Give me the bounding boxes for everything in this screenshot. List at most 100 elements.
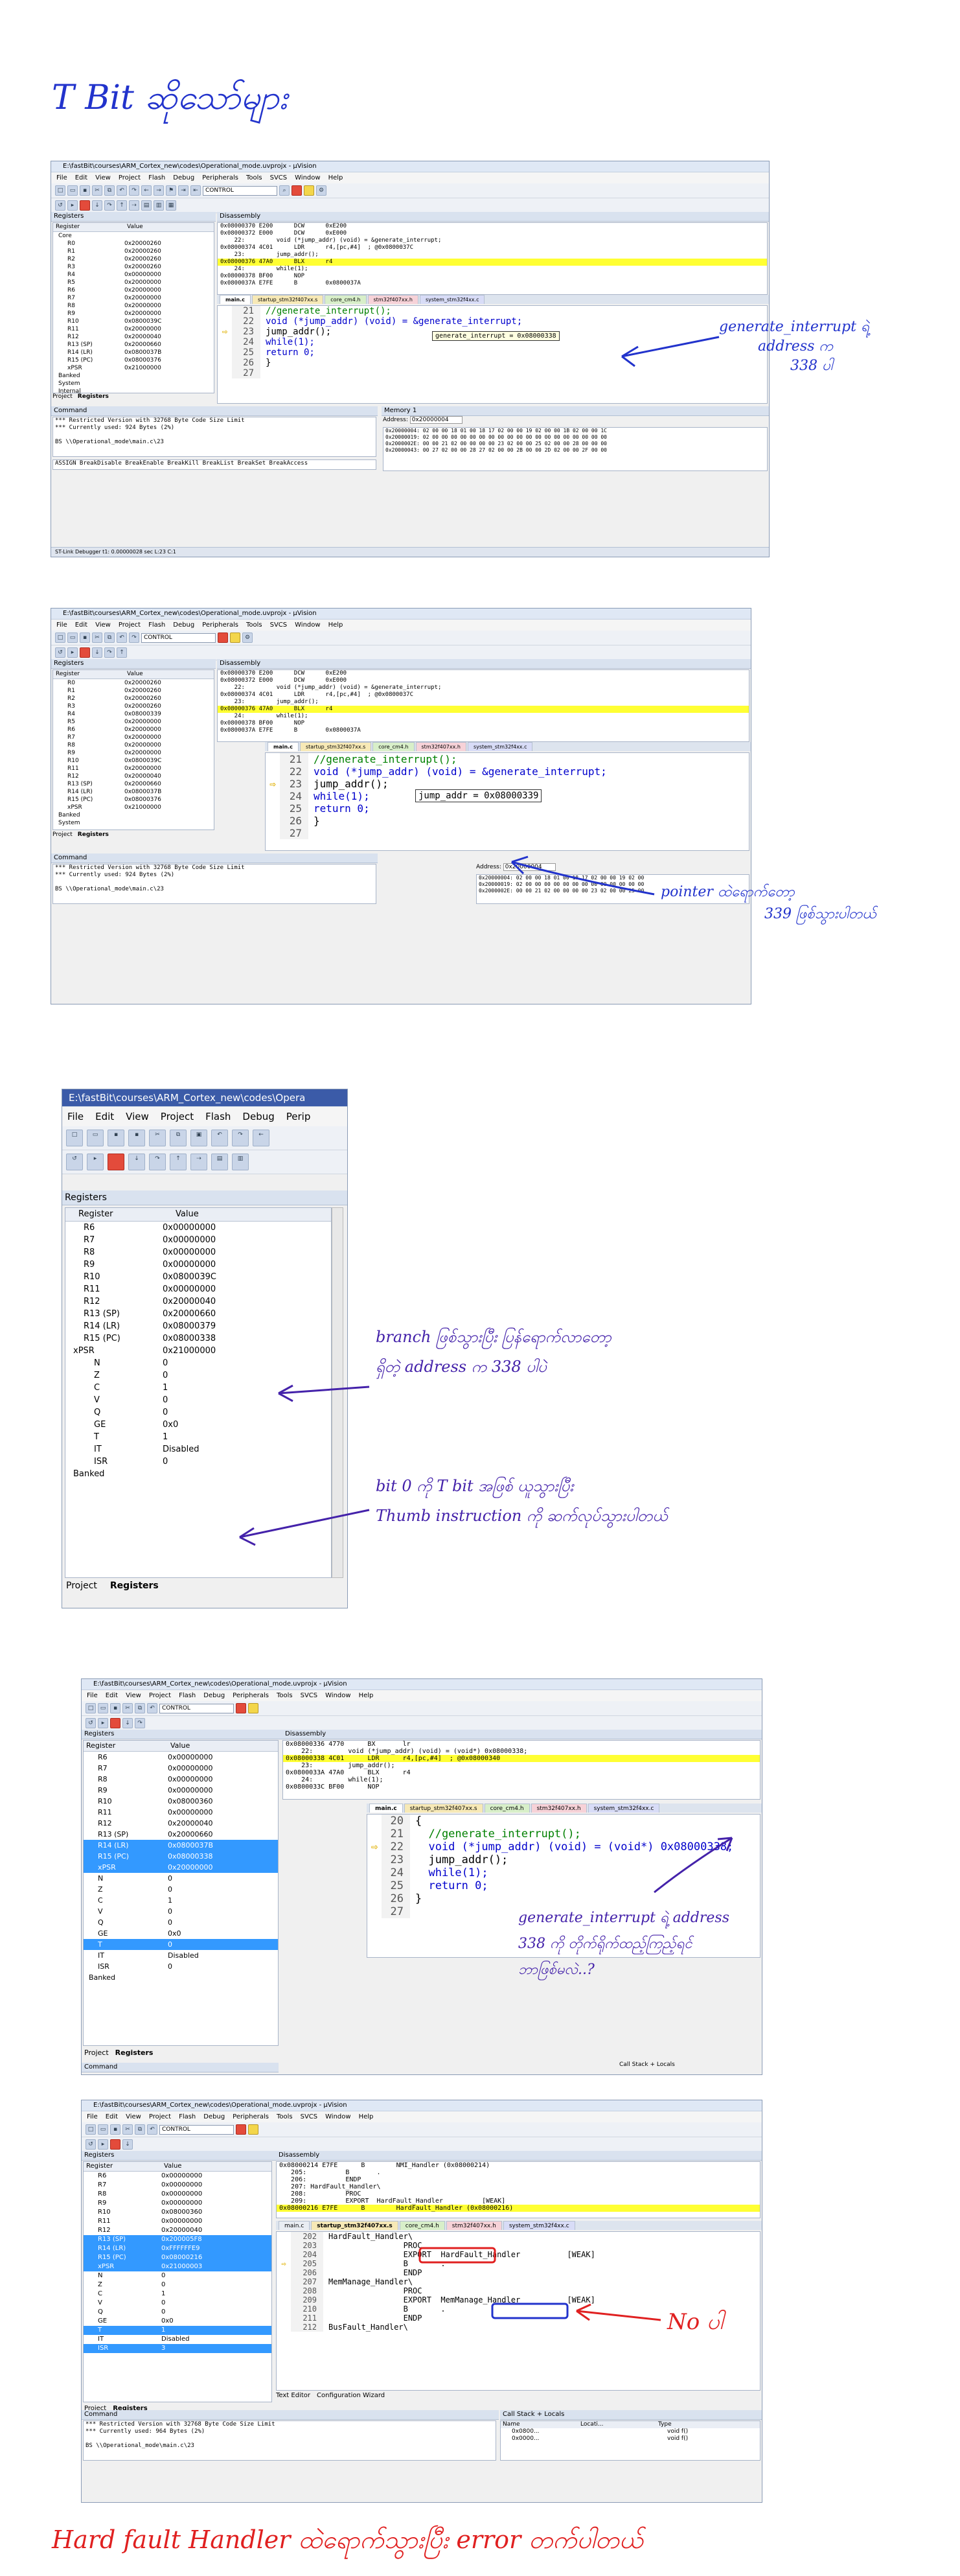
step-into-icon[interactable]: ↓ bbox=[92, 647, 102, 658]
menu-item-edit[interactable]: Edit bbox=[106, 1690, 118, 1701]
step-out-icon[interactable]: ↑ bbox=[170, 1154, 187, 1170]
settings-icon[interactable]: ⚙ bbox=[242, 632, 253, 643]
step-over-icon[interactable]: ↷ bbox=[104, 200, 115, 211]
run-icon[interactable]: ▸ bbox=[67, 647, 78, 658]
file-tab[interactable]: startup_stm32f407xx.s bbox=[251, 295, 324, 304]
register-row[interactable]: R13 (SP) 0x20000660 bbox=[53, 341, 214, 349]
menu-item-project[interactable]: Project bbox=[119, 620, 141, 631]
register-row[interactable]: R15 (PC) 0x08000376 bbox=[53, 356, 214, 364]
tab-registers[interactable]: Registers bbox=[78, 831, 109, 838]
menu-item-view[interactable]: View bbox=[95, 620, 111, 631]
register-row[interactable]: R1 0x20000260 bbox=[53, 248, 214, 255]
register-row[interactable]: R8 0x20000000 bbox=[53, 302, 214, 310]
undo-icon[interactable]: ↶ bbox=[117, 185, 127, 196]
reset-icon[interactable]: ↺ bbox=[55, 200, 65, 211]
file-tab[interactable]: core_cm4.h bbox=[325, 295, 367, 304]
code-editor[interactable]: 21 //generate_interrupt(); 22 void (*jump_a… bbox=[217, 305, 768, 404]
file-tab[interactable]: startup_stm32f407xx.s bbox=[311, 2221, 398, 2230]
save-icon[interactable]: ▪ bbox=[110, 2124, 120, 2135]
menu-item-tools[interactable]: Tools bbox=[246, 620, 262, 631]
register-row[interactable]: R0 0x20000260 bbox=[53, 240, 214, 248]
redo-icon[interactable]: ↷ bbox=[129, 185, 139, 196]
settings-icon[interactable]: ⚙ bbox=[316, 185, 326, 196]
register-row[interactable]: R10 0x08000360 bbox=[84, 1796, 278, 1807]
register-row[interactable]: Z0 bbox=[84, 2280, 271, 2290]
step-into-icon[interactable]: ↓ bbox=[128, 1154, 145, 1170]
register-row[interactable]: R10 0x0800039C bbox=[53, 318, 214, 325]
menu-item-window[interactable]: Window bbox=[325, 1690, 350, 1701]
run-icon[interactable]: ▸ bbox=[98, 1718, 108, 1728]
menu-item-debug[interactable]: Debug bbox=[203, 1690, 225, 1701]
menu-item-flash[interactable]: Flash bbox=[148, 620, 165, 631]
menu-item-peripherals[interactable]: Peripherals bbox=[233, 2111, 269, 2122]
callstack-row[interactable]: 0x0800... void f() bbox=[501, 2428, 760, 2435]
stop-icon[interactable] bbox=[80, 200, 90, 211]
register-row[interactable]: R4 0x00000000 bbox=[53, 271, 214, 279]
register-row[interactable]: R6 0x00000000 bbox=[65, 1222, 331, 1234]
register-row[interactable]: R5 0x20000000 bbox=[53, 718, 214, 726]
tab-project[interactable]: Project bbox=[84, 2048, 109, 2057]
menu-item-edit[interactable]: Edit bbox=[95, 1107, 114, 1126]
target-combo[interactable]: CONTROL bbox=[159, 1703, 234, 1713]
register-row[interactable]: R2 0x20000260 bbox=[53, 695, 214, 702]
register-row[interactable]: R12 0x20000040 bbox=[84, 1818, 278, 1829]
register-row[interactable]: C1 bbox=[65, 1382, 331, 1394]
menu-item-help[interactable]: Help bbox=[359, 1690, 374, 1701]
file-tab[interactable]: core_cm4.h bbox=[372, 742, 415, 751]
stop-icon[interactable] bbox=[80, 647, 90, 658]
file-tab[interactable]: stm32f407xx.h bbox=[531, 1804, 587, 1813]
register-row[interactable]: xPSR 0x21000000 bbox=[53, 804, 214, 811]
file-tab[interactable]: stm32f407xx.h bbox=[446, 2221, 502, 2230]
register-row[interactable]: T1 bbox=[84, 2326, 271, 2335]
register-row[interactable]: Q0 bbox=[84, 1917, 278, 1928]
register-row[interactable]: R8 0x00000000 bbox=[84, 2190, 271, 2199]
reset-icon[interactable]: ↺ bbox=[55, 647, 65, 658]
menu-item-flash[interactable]: Flash bbox=[205, 1107, 231, 1126]
undo-icon[interactable]: ↶ bbox=[117, 632, 127, 643]
step-out-icon[interactable]: ↑ bbox=[117, 200, 127, 211]
step-into-icon[interactable]: ↓ bbox=[122, 1718, 133, 1728]
register-row[interactable]: ISR 0 bbox=[65, 1456, 331, 1468]
breakpoint-icon[interactable] bbox=[248, 1703, 258, 1713]
register-row[interactable]: R9 0x00000000 bbox=[84, 2199, 271, 2208]
menu-item-peripherals[interactable]: Peripherals bbox=[202, 620, 238, 631]
menu-item-svcs[interactable]: SVCS bbox=[270, 172, 288, 183]
menu-item-file[interactable]: File bbox=[87, 1690, 98, 1701]
paste-icon[interactable]: ▣ bbox=[190, 1130, 207, 1146]
step-into-icon[interactable]: ↓ bbox=[92, 200, 102, 211]
register-row[interactable]: R2 0x20000260 bbox=[53, 255, 214, 263]
menu-item-file[interactable]: File bbox=[56, 172, 67, 183]
register-row[interactable]: xPSR 0x21000000 bbox=[53, 364, 214, 372]
copy-icon[interactable]: ⧉ bbox=[135, 2124, 145, 2135]
menu-item-window[interactable]: Window bbox=[295, 172, 320, 183]
register-row[interactable]: N0 bbox=[84, 2271, 271, 2280]
command-window-icon[interactable]: ▤ bbox=[211, 1154, 228, 1170]
register-row[interactable]: V0 bbox=[84, 2299, 271, 2308]
register-row[interactable]: Q0 bbox=[65, 1406, 331, 1419]
debug-icon[interactable] bbox=[236, 2124, 246, 2135]
open-icon[interactable]: ▭ bbox=[98, 1703, 108, 1713]
menu-item-project[interactable]: Project bbox=[161, 1107, 194, 1126]
register-row[interactable]: R10 0x08000360 bbox=[84, 2208, 271, 2217]
register-row[interactable]: R7 0x00000000 bbox=[84, 1763, 278, 1774]
menu-item-debug[interactable]: Debug bbox=[173, 172, 194, 183]
callstack-row[interactable]: 0x0000... void f() bbox=[501, 2435, 760, 2443]
file-tab[interactable]: startup_stm32f407xx.s bbox=[404, 1804, 483, 1813]
menu-item-debug[interactable]: Debug bbox=[242, 1107, 274, 1126]
register-row[interactable]: R8 0x00000000 bbox=[84, 1774, 278, 1785]
register-row[interactable]: R14 (LR) 0x0800037B bbox=[84, 1840, 278, 1851]
editor-mode-tab[interactable]: Configuration Wizard bbox=[317, 2392, 385, 2399]
register-row[interactable]: R5 0x20000000 bbox=[53, 279, 214, 286]
step-over-icon[interactable]: ↷ bbox=[149, 1154, 166, 1170]
register-row[interactable]: R8 0x00000000 bbox=[65, 1246, 331, 1259]
file-tab[interactable]: core_cm4.h bbox=[484, 1804, 530, 1813]
menu-item-file[interactable]: File bbox=[87, 2111, 98, 2122]
register-row[interactable]: R0 0x20000260 bbox=[53, 679, 214, 687]
redo-icon[interactable]: ↷ bbox=[232, 1130, 249, 1146]
breakpoint-icon[interactable] bbox=[304, 185, 314, 196]
register-row[interactable]: R11 0x20000000 bbox=[53, 765, 214, 772]
editor-mode-tab[interactable]: Text Editor bbox=[276, 2392, 310, 2399]
reset-icon[interactable]: ↺ bbox=[86, 1718, 96, 1728]
register-row[interactable]: T0 bbox=[84, 1939, 278, 1950]
menu-item-window[interactable]: Window bbox=[295, 620, 320, 631]
